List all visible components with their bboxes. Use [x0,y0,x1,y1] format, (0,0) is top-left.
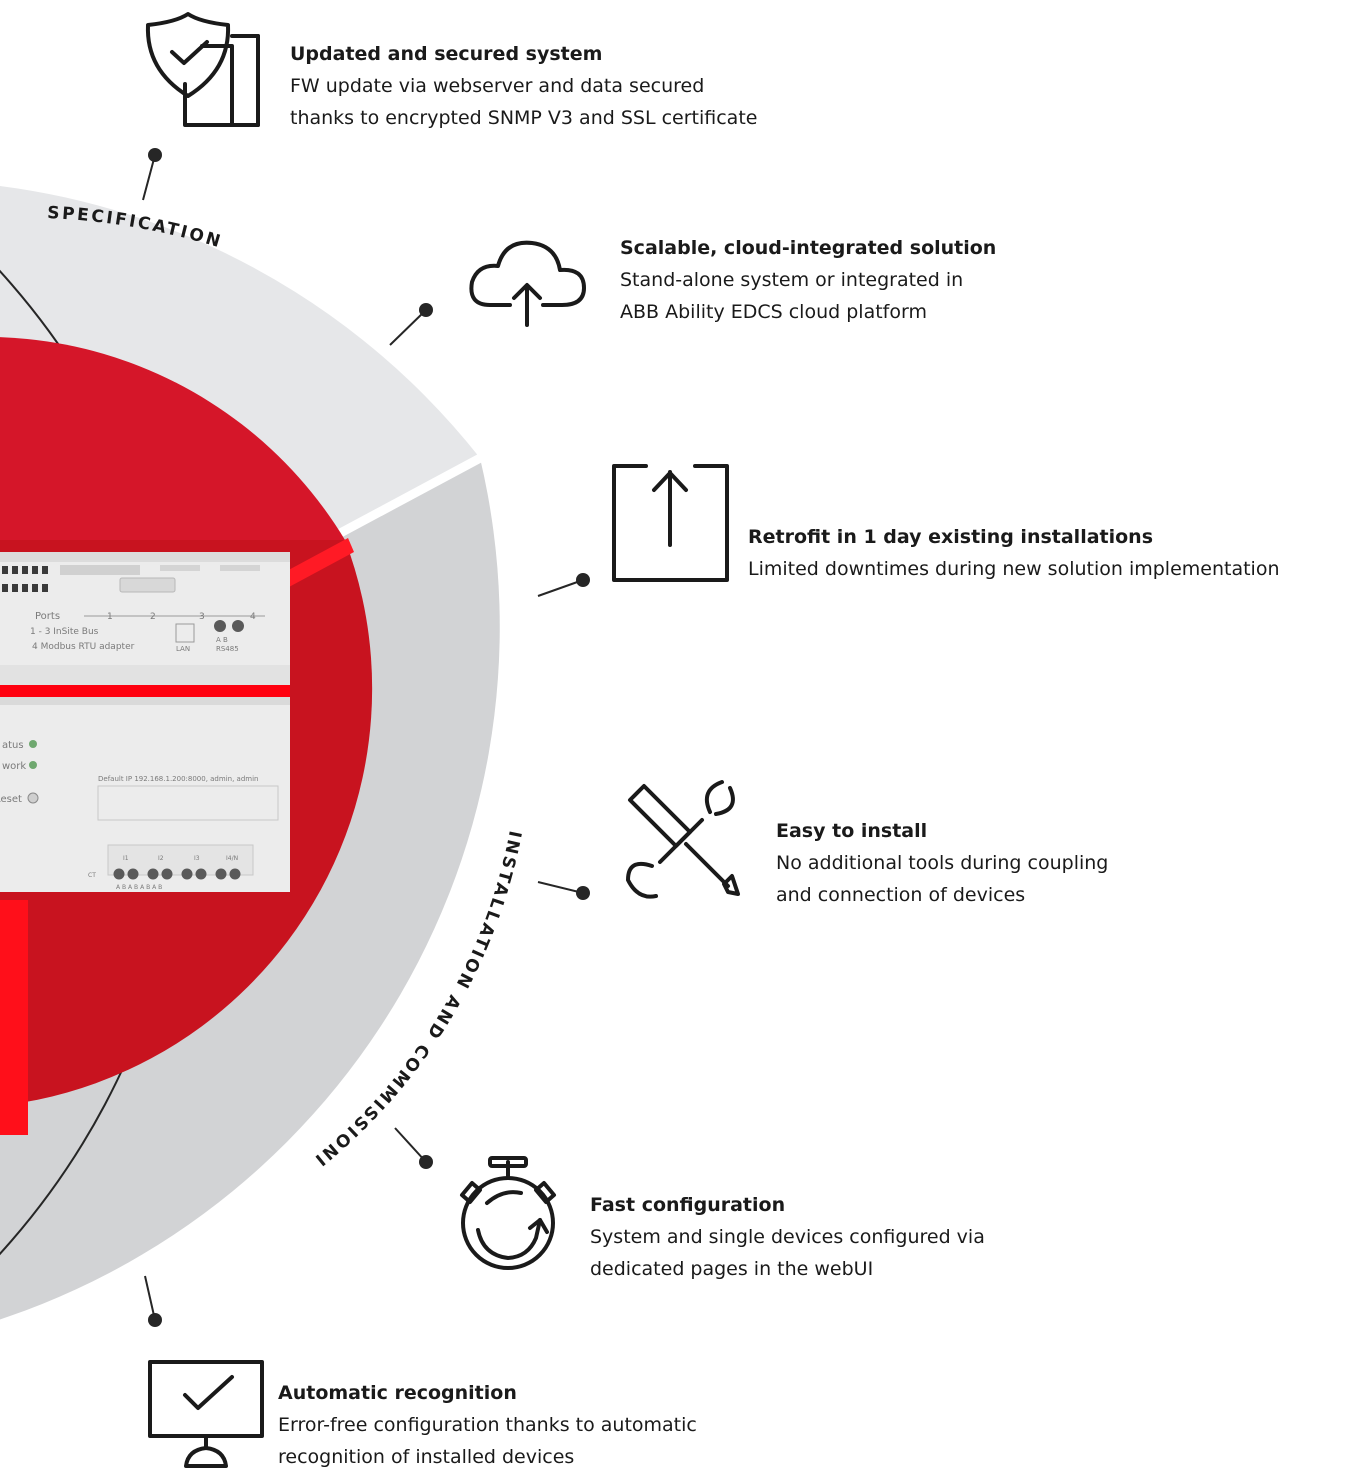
box-arrow-up-icon [612,464,729,582]
feature-title: Updated and secured system [290,43,603,65]
device-rs485-label: RS485 [216,645,239,653]
device-red-band [0,685,290,697]
device-port-3: 3 [199,612,205,622]
feature-updated-secured: Updated and secured system FW update via… [290,38,757,134]
tools-icon [626,780,740,899]
device-rs485-ab: A B [216,636,228,644]
feature-title: Retrofit in 1 day existing installations [748,526,1154,548]
feature-description-line: System and single devices configured via [590,1226,985,1248]
device-ct-label: CT [88,872,96,879]
feature-description-line: and connection of devices [776,884,1026,906]
feature-fast-configuration: Fast configuration System and single dev… [590,1189,985,1285]
feature-cloud-integrated: Scalable, cloud-integrated solution Stan… [620,232,996,328]
connector-dot-3 [576,573,590,587]
feature-title: Scalable, cloud-integrated solution [620,237,997,259]
device-default-ip: Default IP 192.168.1.200:8000, admin, ad… [98,775,258,783]
device-port-4: 4 [250,612,256,622]
stopwatch-icon [460,1156,556,1270]
shield-check-icon [145,12,260,127]
feature-automatic-recognition: Automatic recognition Error-free configu… [278,1377,697,1473]
device-network-label: work [2,761,26,772]
device-ct-i3: I3 [194,855,200,862]
feature-description-line: Error-free configuration thanks to autom… [278,1414,697,1436]
feature-retrofit: Retrofit in 1 day existing installations… [748,521,1280,585]
feature-description-line: Stand-alone system or integrated in [620,269,964,291]
connector-dot-1 [148,148,162,162]
device-port-line-2: 4 Modbus RTU adapter [32,642,135,652]
connector-dot-5 [419,1155,433,1169]
device-port-1: 1 [107,612,113,622]
connector-dot-6 [148,1313,162,1327]
feature-title: Fast configuration [590,1194,786,1216]
feature-description-line: FW update via webserver and data secured [290,75,705,97]
device-port-line-1: 1 - 3 InSite Bus [30,627,99,637]
device-port-2: 2 [150,612,156,622]
feature-description-line: recognition of installed devices [278,1446,575,1468]
monitor-check-icon [148,1360,264,1468]
device-ports-label: Ports [35,611,60,622]
feature-description-line: thanks to encrypted SNMP V3 and SSL cert… [290,107,758,129]
device-reset-label: Reset [0,794,22,805]
insite-device: Ports 1 2 3 4 1 - 3 InSite Bus 4 Modbus … [0,552,290,892]
red-bright-wedge [0,900,28,1135]
feature-title: Easy to install [776,820,928,842]
infographic: Ports 1 2 3 4 1 - 3 InSite Bus 4 Modbus … [0,0,1372,1470]
connector-dot-2 [419,303,433,317]
feature-easy-install: Easy to install No additional tools duri… [776,815,1108,911]
device-status-label: atus [2,740,24,751]
connector-dot-4 [576,886,590,900]
feature-description-line: dedicated pages in the webUI [590,1258,874,1280]
device-ct-terminals: A B A B A B A B [116,884,162,891]
feature-title: Automatic recognition [278,1382,517,1404]
cloud-upload-icon [469,240,586,327]
feature-description-line: No additional tools during coupling [776,852,1109,874]
device-ct-i2: I2 [158,855,164,862]
device-lan-label: LAN [176,645,190,653]
feature-description-line: Limited downtimes during new solution im… [748,558,1280,580]
device-ct-i1: I1 [123,855,129,862]
feature-description-line: ABB Ability EDCS cloud platform [620,301,927,323]
device-ct-i4: I4/N [226,855,238,862]
